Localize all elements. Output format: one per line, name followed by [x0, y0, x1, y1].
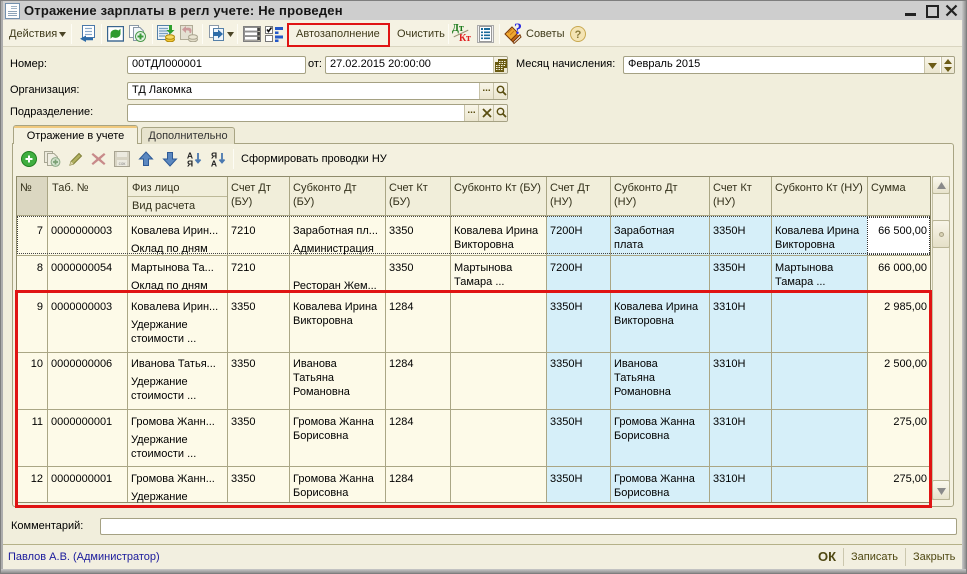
- svg-text:Я: Я: [187, 159, 193, 168]
- svg-text:А: А: [211, 159, 217, 168]
- svg-text:сок: сок: [119, 161, 126, 166]
- svg-text:?: ?: [575, 29, 582, 41]
